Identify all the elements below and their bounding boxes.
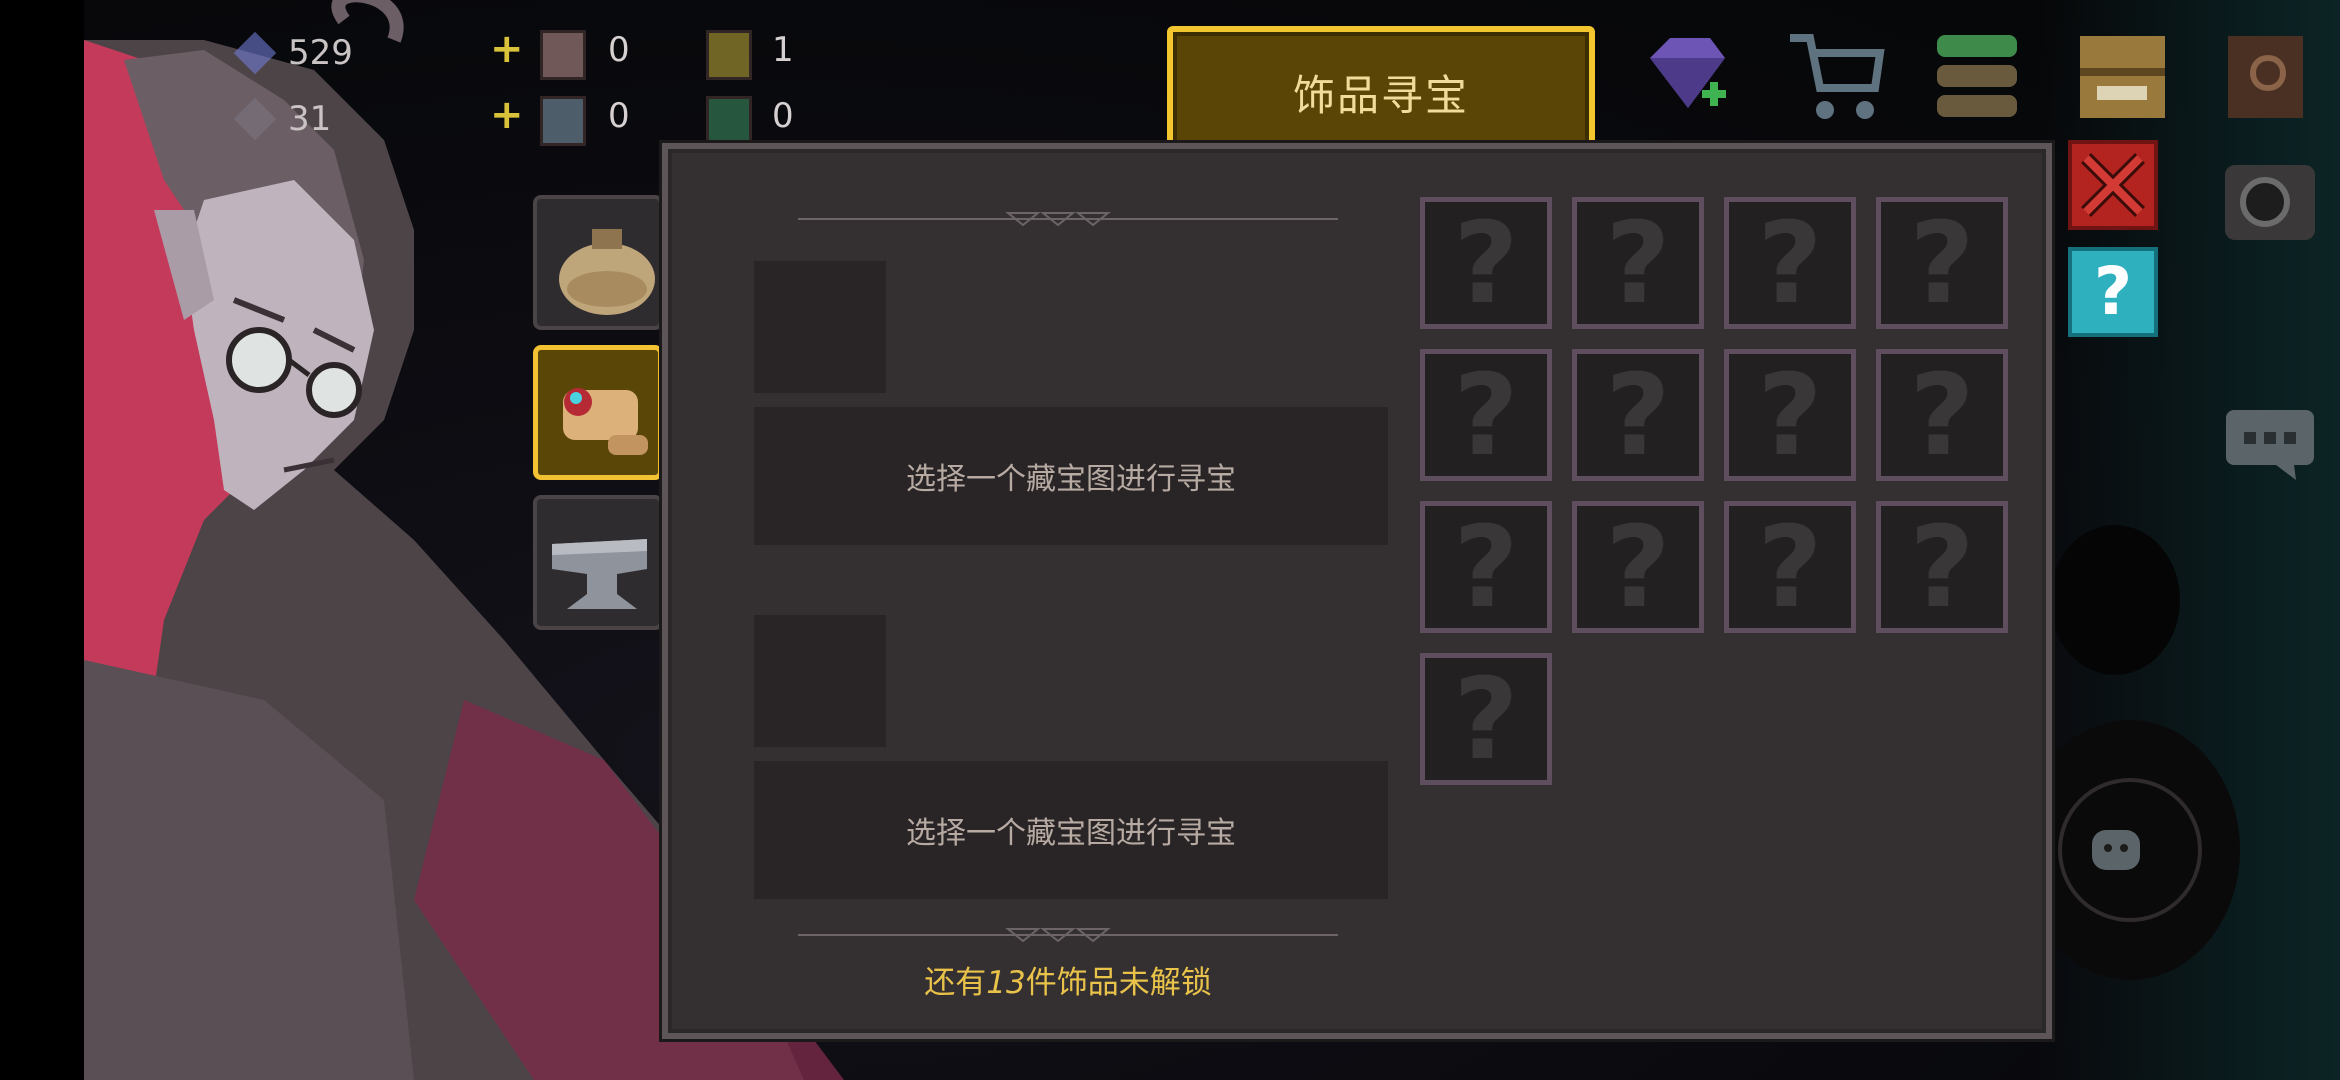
joystick-face-icon <box>2058 778 2202 922</box>
coin-value: 31 <box>288 99 332 139</box>
accessory-slot[interactable]: ? <box>1876 349 2008 481</box>
treasure-slot-1-icon[interactable] <box>754 261 886 393</box>
question-mark-icon: ? <box>1606 202 1671 324</box>
question-mark-icon: ? <box>1910 354 1975 476</box>
question-mark-icon: ? <box>1910 202 1975 324</box>
treasure-map-icon <box>563 388 648 455</box>
question-mark: ? <box>1454 354 1519 476</box>
resource-row-1: 529 <box>233 30 353 76</box>
material-icon <box>540 30 586 80</box>
locked-prefix: 还有 <box>924 965 987 1001</box>
gem-icon <box>233 31 277 75</box>
chest-icon[interactable] <box>2075 28 2170 126</box>
chat-button[interactable] <box>2226 410 2316 480</box>
bag-icon <box>559 229 655 315</box>
question-mark: ? <box>1606 506 1671 628</box>
close-button[interactable] <box>2068 140 2158 230</box>
accessory-slot[interactable]: ? <box>1572 501 1704 633</box>
locked-count-message: 还有13件饰品未解锁 <box>798 957 1338 1002</box>
material-icon <box>540 96 586 146</box>
question-mark: ? <box>1758 354 1823 476</box>
game-scene: 529 + 0 1 31 + 0 0 饰品寻宝 选择一个藏宝图进行寻宝 选择一个… <box>0 0 2340 1080</box>
accessory-slot[interactable]: ? <box>1572 349 1704 481</box>
question-mark: ? <box>1758 506 1823 628</box>
resource-row-2: 31 <box>233 96 332 142</box>
question-mark-icon: ? <box>1758 202 1823 324</box>
stack-menu-icon[interactable] <box>1932 30 2022 125</box>
question-mark: ? <box>1758 202 1823 324</box>
locked-count: 13 <box>986 965 1026 1001</box>
treasure-slot-1-label: 选择一个藏宝图进行寻宝 <box>906 462 1236 497</box>
divider-ornament-bottom <box>798 928 1338 943</box>
accessory-slot[interactable]: ? <box>1572 197 1704 329</box>
question-mark-icon: ? <box>1606 354 1671 476</box>
material-count: 0 <box>608 30 630 70</box>
skill-button[interactable] <box>2050 525 2180 675</box>
accessory-slot[interactable]: ? <box>1724 197 1856 329</box>
question-mark-icon: ? <box>1606 506 1671 628</box>
question-mark: ? <box>1606 202 1671 324</box>
question-mark-icon: ? <box>1758 506 1823 628</box>
accessory-slot[interactable]: ? <box>1420 349 1552 481</box>
accessory-slot[interactable]: ? <box>1876 501 2008 633</box>
question-mark: ? <box>1910 354 1975 476</box>
question-mark: ? <box>1910 202 1975 324</box>
question-mark-icon: ? <box>1454 658 1519 780</box>
accessory-slot[interactable]: ? <box>1420 197 1552 329</box>
treasure-slot-2-icon[interactable] <box>754 615 886 747</box>
close-icon <box>2081 153 2145 217</box>
shop-cart-icon[interactable] <box>1785 28 1885 126</box>
diamond-plus-icon[interactable] <box>1640 28 1730 123</box>
accessory-slot[interactable]: ? <box>1724 349 1856 481</box>
question-mark-icon: ? <box>1454 506 1519 628</box>
panel-title: 饰品寻宝 <box>1292 71 1469 120</box>
gem-value: 529 <box>288 33 353 73</box>
side-tab-treasure-map[interactable] <box>533 345 663 480</box>
letterbox-left <box>0 0 84 1080</box>
potion-icon <box>706 96 752 146</box>
accessory-slot[interactable]: ? <box>1724 501 1856 633</box>
coin-icon <box>233 97 277 141</box>
question-mark: ? <box>1454 202 1519 324</box>
material-count: 0 <box>608 96 630 136</box>
joystick[interactable] <box>2020 720 2240 980</box>
question-mark-icon: ? <box>1910 506 1975 628</box>
locked-suffix: 件饰品未解锁 <box>1025 965 1212 1001</box>
divider-ornament-top <box>798 212 1338 227</box>
camera-icon[interactable] <box>2220 150 2320 250</box>
question-mark: ? <box>1454 506 1519 628</box>
key-icon <box>706 30 752 80</box>
accessory-slot[interactable]: ? <box>1420 501 1552 633</box>
treasure-panel: 选择一个藏宝图进行寻宝 选择一个藏宝图进行寻宝 还有13件饰品未解锁 ?????… <box>662 143 2052 1039</box>
help-button[interactable]: ? <box>2068 247 2158 337</box>
treasure-slot-2[interactable]: 选择一个藏宝图进行寻宝 <box>754 761 1388 899</box>
accessory-slot[interactable]: ? <box>1420 653 1552 785</box>
key-count: 1 <box>772 30 794 70</box>
potion-count: 0 <box>772 96 794 136</box>
chat-icon <box>2226 410 2314 480</box>
side-tab-anvil[interactable] <box>533 495 663 630</box>
help-icon: ? <box>2093 253 2133 330</box>
accessory-slot[interactable]: ? <box>1876 197 2008 329</box>
question-mark: ? <box>1910 506 1975 628</box>
side-tab-bag[interactable] <box>533 195 663 330</box>
question-mark-icon: ? <box>1454 354 1519 476</box>
plus-icon[interactable]: + <box>490 26 524 72</box>
title-tab: 饰品寻宝 <box>1167 26 1595 156</box>
question-mark: ? <box>1454 658 1519 780</box>
question-mark-icon: ? <box>1454 202 1519 324</box>
question-mark-icon: ? <box>1758 354 1823 476</box>
anvil-icon <box>552 539 647 609</box>
plus-icon[interactable]: + <box>490 92 524 138</box>
question-mark: ? <box>1606 354 1671 476</box>
treasure-slot-1[interactable]: 选择一个藏宝图进行寻宝 <box>754 407 1388 545</box>
book-icon[interactable] <box>2218 28 2313 126</box>
treasure-slot-2-label: 选择一个藏宝图进行寻宝 <box>906 816 1236 851</box>
